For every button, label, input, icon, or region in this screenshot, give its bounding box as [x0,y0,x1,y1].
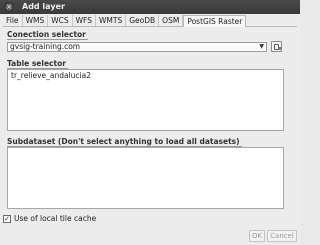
subdataset-label: Subdataset (Don't select anything to loa… [7,137,242,147]
tab-osm[interactable]: OSM [159,15,184,26]
chevron-down-icon: ▼ [259,43,264,50]
tile-cache-option[interactable]: ✓ Use of local tile cache [3,213,96,224]
table-selector-label: Table selector [7,59,68,69]
postgis-raster-panel: Conection selector gvsig-training.com ▼ … [3,27,297,227]
tile-cache-checkbox[interactable]: ✓ [3,214,11,223]
tile-cache-label: Use of local tile cache [14,214,97,223]
subdataset-list[interactable] [7,147,284,209]
add-connection-button[interactable] [271,41,282,52]
tab-wmts[interactable]: WMTS [96,15,127,26]
connection-selector-label: Conection selector [7,30,88,40]
connection-selected-value: gvsig-training.com [10,42,81,51]
tab-bar: File WMS WCS WFS WMTS GeoDB OSM PostGIS … [3,15,297,27]
tab-wms[interactable]: WMS [23,15,49,26]
plus-icon [278,47,281,50]
tab-wcs[interactable]: WCS [48,15,73,26]
ok-button[interactable]: OK [249,230,265,242]
connection-dropdown[interactable]: gvsig-training.com ▼ [7,42,267,52]
list-item[interactable]: tr_relieve_andalucia2 [8,70,283,81]
add-layer-dialog: × Add layer File WMS WCS WFS WMTS GeoDB … [0,0,300,245]
cancel-button[interactable]: Cancel [267,230,297,242]
window-title: Add layer [22,2,65,11]
table-list[interactable]: tr_relieve_andalucia2 [7,69,284,131]
tab-postgis-raster[interactable]: PostGIS Raster [183,15,247,27]
tab-geodb[interactable]: GeoDB [126,15,160,26]
tab-wfs[interactable]: WFS [73,15,96,26]
close-icon[interactable]: × [4,2,14,12]
tab-file[interactable]: File [3,15,23,26]
title-bar: × Add layer [0,0,300,14]
